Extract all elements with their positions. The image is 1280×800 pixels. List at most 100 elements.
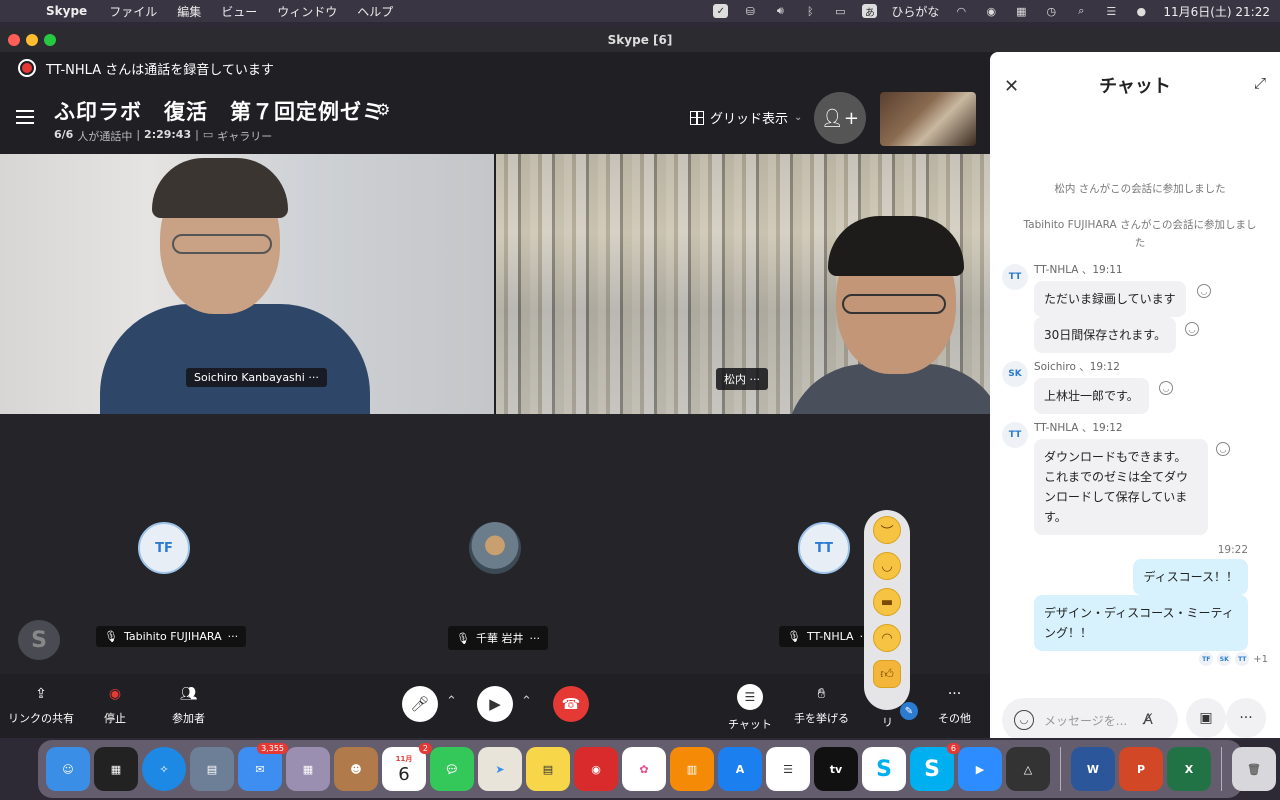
avatar-iwai[interactable]: [469, 522, 521, 574]
powerpoint-icon[interactable]: P: [1119, 747, 1163, 791]
search-icon[interactable]: ⌕: [1073, 4, 1089, 18]
self-view-video[interactable]: [880, 92, 976, 146]
keyboard-icon[interactable]: ▦: [1013, 4, 1029, 18]
sender-avatar[interactable]: TT: [1002, 422, 1028, 448]
grin-face-icon[interactable]: ▬: [873, 588, 901, 616]
add-participant-button[interactable]: 👤︎+: [814, 92, 866, 144]
menu-help[interactable]: ヘルプ: [357, 3, 393, 20]
prism-icon[interactable]: △: [1006, 747, 1050, 791]
sender-avatar[interactable]: TT: [1002, 264, 1028, 290]
pen-icon[interactable]: ✎: [900, 702, 918, 720]
menu-icon[interactable]: [16, 110, 34, 124]
chevron-up-icon[interactable]: ⌃: [446, 694, 457, 709]
attach-image-button[interactable]: ▣: [1186, 698, 1226, 738]
menu-clock[interactable]: 11月6日(土) 21:22: [1163, 3, 1270, 20]
control-center-icon[interactable]: ☰: [1103, 4, 1119, 18]
menu-view[interactable]: ビュー: [221, 3, 257, 20]
close-window-button[interactable]: [8, 34, 20, 46]
participant-name-chip[interactable]: 🎙︎ 千華 岩井 ···: [448, 626, 548, 650]
photo-booth-icon[interactable]: ◉: [574, 747, 618, 791]
laugh-face-icon[interactable]: ◠: [873, 624, 901, 652]
zoom-window-button[interactable]: [44, 34, 56, 46]
launchpad-icon[interactable]: ▦: [286, 747, 330, 791]
raise-hand-button[interactable]: ✋︎ 手を挙げる: [794, 684, 849, 726]
calendar-icon[interactable]: 11月 6 2: [382, 743, 432, 791]
chat-message[interactable]: 上林壮一郎です。: [1034, 378, 1149, 414]
check-icon[interactable]: ✓: [713, 4, 729, 18]
participants-button[interactable]: 👥︎ 参加者: [172, 684, 205, 726]
microphone-button[interactable]: 🎤︎: [402, 686, 438, 722]
format-text-icon[interactable]: A̸: [1143, 712, 1153, 728]
safari-icon[interactable]: ✧: [142, 747, 186, 791]
input-method-label[interactable]: ひらがな: [891, 3, 939, 20]
trash-icon[interactable]: 🗑︎: [1232, 747, 1276, 791]
app-store-icon[interactable]: A: [718, 747, 762, 791]
chevron-up-icon[interactable]: ⌃: [521, 694, 532, 709]
minimize-window-button[interactable]: [26, 34, 38, 46]
chat-button[interactable]: ☰ チャット: [728, 684, 772, 732]
participant-name-chip[interactable]: 松内 ···: [716, 368, 768, 390]
more-options-icon[interactable]: ···: [308, 371, 319, 384]
messages-icon[interactable]: 💬︎: [430, 747, 474, 791]
siri-icon[interactable]: ●: [1133, 4, 1149, 18]
participant-name-chip[interactable]: Soichiro Kanbayashi ···: [186, 368, 327, 387]
bluetooth-icon[interactable]: ᛒ: [802, 4, 818, 18]
chat-message[interactable]: ただいま録画しています: [1034, 281, 1186, 317]
react-smile-icon[interactable]: ◡: [1216, 442, 1230, 456]
notes-icon[interactable]: ▤: [526, 747, 570, 791]
excel-icon[interactable]: X: [1167, 747, 1211, 791]
more-options-icon[interactable]: ···: [750, 373, 761, 386]
books-icon[interactable]: ▥: [670, 747, 714, 791]
finder-icon[interactable]: ☺: [46, 747, 90, 791]
user-icon[interactable]: ◉: [983, 4, 999, 18]
more-options-icon[interactable]: ···: [228, 630, 239, 643]
maps-icon[interactable]: ➤: [478, 747, 522, 791]
clock-icon[interactable]: ◷: [1043, 4, 1059, 18]
menu-file[interactable]: ファイル: [109, 3, 157, 20]
smile-face-icon[interactable]: ◡: [873, 552, 901, 580]
camera-button[interactable]: ▶: [477, 686, 513, 722]
my-chat-message[interactable]: デザイン・ディスコース・ミーティング！！: [1034, 595, 1248, 651]
skype-app-icon[interactable]: S6: [910, 743, 960, 791]
react-smile-icon[interactable]: ◡: [1185, 322, 1199, 336]
react-smile-icon[interactable]: ◡: [1159, 381, 1173, 395]
emoji-icon[interactable]: ◡: [1014, 710, 1034, 730]
chat-message[interactable]: ダウンロードもできます。これまでのゼミは全てダウンロードして保存しています。: [1034, 439, 1208, 535]
participant-name-chip[interactable]: 🎙︎ Tabihito FUJIHARA ···: [96, 626, 247, 647]
input-method-icon[interactable]: あ: [862, 4, 878, 19]
more-options-icon[interactable]: ···: [529, 632, 540, 645]
share-link-button[interactable]: ⇪ リンクの共有: [8, 684, 74, 726]
video-tile-soichiro[interactable]: Soichiro Kanbayashi ···: [0, 154, 494, 414]
word-icon[interactable]: W: [1071, 747, 1115, 791]
wifi-icon[interactable]: ◠: [953, 4, 969, 18]
end-call-button[interactable]: ☎: [553, 686, 589, 722]
battery-icon[interactable]: ▭: [832, 4, 848, 18]
zoom-icon[interactable]: ▶: [958, 747, 1002, 791]
message-input[interactable]: メッセージを...: [1044, 712, 1127, 729]
sad-face-icon[interactable]: ︶: [873, 516, 901, 544]
skype-icon[interactable]: S: [862, 747, 906, 791]
avatar-tt[interactable]: TT: [798, 522, 850, 574]
expand-icon[interactable]: ⤢: [1254, 74, 1266, 92]
settings-gear-icon[interactable]: ⚙: [376, 100, 390, 119]
my-chat-message[interactable]: ディスコース！！: [1133, 559, 1248, 595]
reactions-button[interactable]: リ: [882, 714, 893, 730]
network-icon[interactable]: ⛁: [742, 4, 758, 18]
message-composer[interactable]: ◡ メッセージを... A̸: [1002, 698, 1178, 738]
react-smile-icon[interactable]: ◡: [1197, 284, 1211, 298]
menu-edit[interactable]: 編集: [177, 3, 201, 20]
sender-avatar[interactable]: SK: [1002, 361, 1028, 387]
mission-control-icon[interactable]: ▦: [94, 747, 138, 791]
avatar-tf[interactable]: TF: [138, 522, 190, 574]
menu-app-name[interactable]: Skype: [46, 4, 87, 18]
grid-view-dropdown[interactable]: グリッド表示 ⌄: [690, 108, 802, 127]
photos-icon[interactable]: ✿: [622, 747, 666, 791]
mail-icon[interactable]: ✉ 3,355: [238, 743, 288, 791]
volume-icon[interactable]: 🔊︎: [772, 4, 788, 18]
preview-icon[interactable]: ▤: [190, 747, 234, 791]
stop-recording-button[interactable]: ◉ 停止: [104, 684, 126, 726]
more-options-button[interactable]: ··· その他: [938, 684, 971, 726]
thumbs-up-icon[interactable]: 👍︎: [873, 660, 901, 688]
chat-message[interactable]: 30日間保存されます。: [1034, 317, 1177, 353]
reminders-icon[interactable]: ☰: [766, 747, 810, 791]
